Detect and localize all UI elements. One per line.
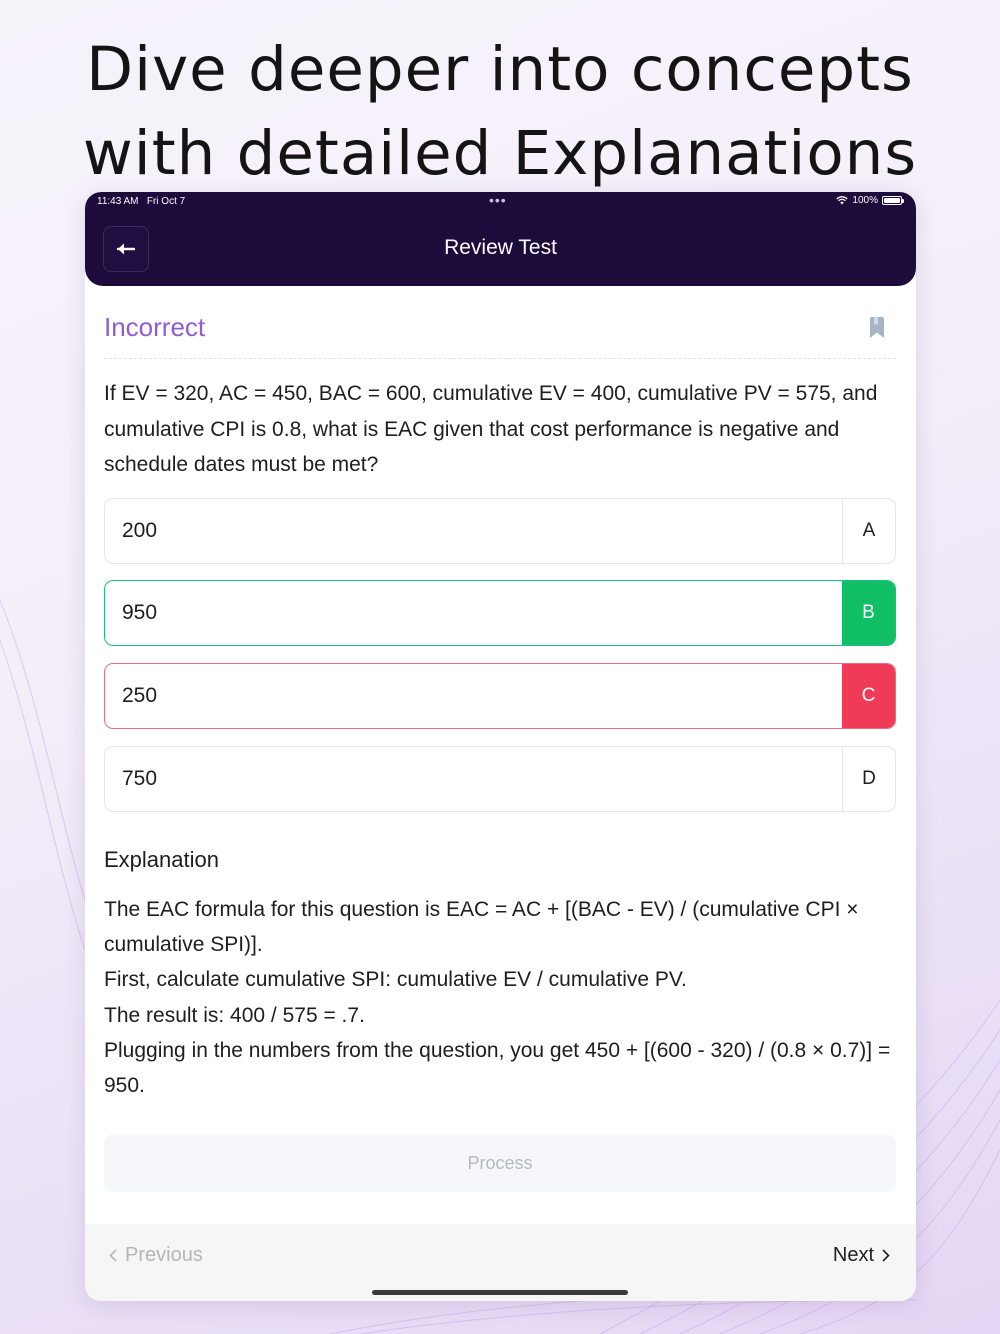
option-b-letter: B bbox=[842, 581, 895, 645]
header-bar: 11:43 AM Fri Oct 7 ••• 100% Review Test bbox=[85, 192, 916, 286]
option-d[interactable]: 750 D bbox=[104, 746, 896, 812]
explanation-line: First, calculate cumulative SPI: cumulat… bbox=[104, 968, 687, 992]
option-b-text: 950 bbox=[122, 601, 158, 624]
question-text: If EV = 320, AC = 450, BAC = 600, cumula… bbox=[104, 382, 878, 476]
option-d-text: 750 bbox=[122, 767, 158, 790]
option-b[interactable]: 950 B bbox=[104, 580, 896, 646]
battery-icon bbox=[882, 196, 904, 205]
headline-line-2: with detailed Explanations bbox=[82, 118, 918, 189]
explanation-line: The EAC formula for this question is EAC… bbox=[104, 898, 859, 957]
headline: Dive deeper into concepts with detailed … bbox=[0, 28, 1000, 196]
bookmark-icon[interactable] bbox=[867, 316, 887, 340]
result-status-label: Incorrect bbox=[104, 312, 206, 342]
chevron-right-icon bbox=[882, 1249, 890, 1262]
chevron-left-icon bbox=[109, 1249, 117, 1262]
explanation-body: The EAC formula for this question is EAC… bbox=[104, 892, 894, 1103]
option-c-text: 250 bbox=[122, 684, 158, 707]
option-c-letter: C bbox=[842, 664, 895, 728]
multitasking-dots[interactable]: ••• bbox=[489, 192, 507, 208]
option-a-text: 200 bbox=[122, 519, 158, 542]
status-time: 11:43 AM Fri Oct 7 bbox=[97, 196, 186, 207]
explanation-line: The result is: 400 / 575 = .7. bbox=[104, 1003, 365, 1027]
explanation-heading: Explanation bbox=[104, 847, 219, 872]
divider bbox=[104, 358, 896, 359]
explanation-line: Plugging in the numbers from the questio… bbox=[104, 1038, 891, 1098]
next-button[interactable]: Next bbox=[833, 1244, 890, 1267]
wifi-icon bbox=[836, 196, 849, 205]
headline-line-1: Dive deeper into concepts bbox=[86, 34, 914, 105]
next-label: Next bbox=[832, 1244, 874, 1266]
option-a[interactable]: 200 A bbox=[104, 498, 896, 564]
home-indicator[interactable] bbox=[372, 1290, 628, 1295]
option-d-letter: D bbox=[842, 747, 895, 811]
status-indicators: 100% bbox=[836, 195, 904, 206]
option-a-letter: A bbox=[842, 499, 895, 563]
previous-button[interactable]: Previous bbox=[109, 1244, 203, 1267]
page-title: Review Test bbox=[444, 236, 557, 259]
option-c[interactable]: 250 C bbox=[104, 663, 896, 729]
battery-percent: 100% bbox=[852, 195, 878, 206]
process-button[interactable]: Process bbox=[104, 1134, 896, 1192]
device-screen: 11:43 AM Fri Oct 7 ••• 100% Review Test … bbox=[85, 192, 916, 1301]
previous-label: Previous bbox=[125, 1244, 203, 1266]
